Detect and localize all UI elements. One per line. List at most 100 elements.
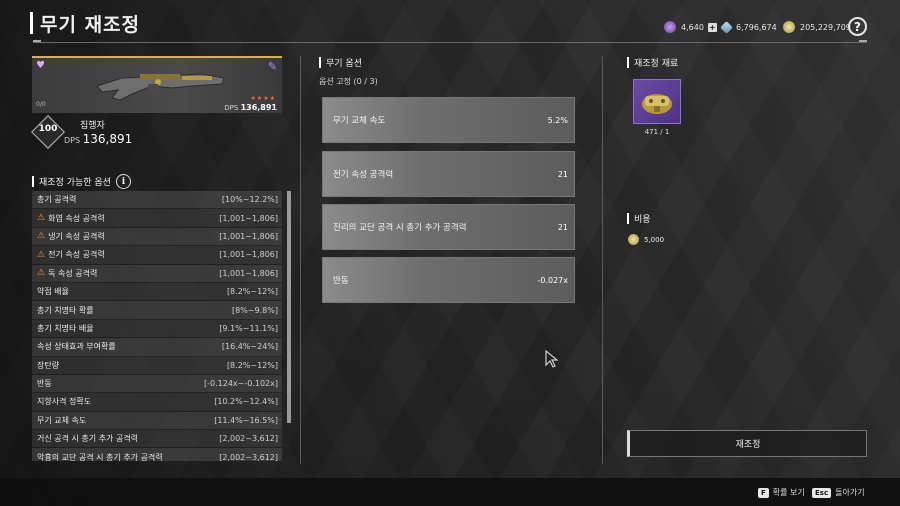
option-row[interactable]: 악흉의 교단 공격 시 총기 추가 공격력 [2,002~3,612]	[32, 448, 282, 461]
options-panel-title: 재조정 가능한 옵션	[39, 178, 111, 188]
weapon-option-value: 21	[557, 169, 568, 179]
options-list[interactable]: 총기 공격력 [10%~12.2%] ⚠ 화염 속성 공격력 [1,001~1,806…	[32, 191, 282, 461]
options-scrollbar-thumb[interactable]	[287, 191, 291, 423]
weapon-card-dps-label: DPS	[224, 104, 239, 112]
option-range: [1,001~1,806]	[219, 231, 278, 241]
option-range: [1,001~1,806]	[219, 268, 278, 278]
option-row[interactable]: ⚠ 냉기 속성 공격력 [1,001~1,806]	[32, 227, 282, 247]
option-row[interactable]: 거신 공격 시 총기 추가 공격력 [2,002~3,612]	[32, 430, 282, 449]
option-label: 반동	[37, 379, 52, 389]
panel-divider-left	[300, 56, 301, 464]
weapon-level: 100	[38, 124, 58, 134]
view-probability-hint[interactable]: F 확률 보기	[758, 487, 805, 498]
weapon-option-value: 5.2%	[547, 115, 568, 125]
option-label: 총기 치명타 확률	[37, 305, 94, 315]
add-currency-icon[interactable]: +	[707, 22, 717, 32]
option-row[interactable]: 총기 공격력 [10%~12.2%]	[32, 191, 282, 210]
weapon-option-label: 전기 속성 공격력	[333, 170, 394, 180]
option-label: 장탄량	[37, 360, 60, 370]
option-row[interactable]: ⚠ 화염 속성 공격력 [1,001~1,806]	[32, 209, 282, 228]
option-label: 악흉의 교단 공격 시 총기 추가 공격력	[37, 452, 163, 461]
cost-header: 비용	[627, 212, 651, 225]
back-hint[interactable]: Esc 돌아가기	[812, 487, 865, 498]
page-title: 무기 재조정	[40, 14, 141, 36]
key-f: F	[758, 487, 769, 498]
currency-blue-value: 6,796,674	[736, 22, 777, 32]
option-range: [1,001~1,806]	[219, 250, 278, 260]
materials-header: 재조정 재료	[627, 56, 678, 69]
warning-icon: ⚠	[37, 231, 46, 242]
info-icon[interactable]: i	[115, 174, 131, 189]
option-range: [10.2%~12.4%]	[214, 397, 278, 407]
purple-orb-icon	[664, 21, 676, 33]
weapon-name: 집행자	[80, 121, 105, 131]
weapon-dps-label: DPS	[64, 136, 81, 145]
weapon-option-value: -0.027x	[537, 275, 568, 285]
option-range: [11.4%~16.5%]	[214, 415, 278, 425]
gold-coin-icon	[783, 21, 795, 33]
option-row[interactable]: 반동 [-0.124x~-0.102x]	[32, 374, 282, 394]
option-row[interactable]: 약점 배율 [8.2%~12%]	[32, 282, 282, 302]
favorite-heart-icon[interactable]: ♥	[36, 60, 45, 71]
currency-gold-value: 205,229,709	[800, 22, 851, 32]
weapon-option-label: 반동	[333, 276, 349, 286]
weapon-dps-value: 136,891	[82, 132, 133, 146]
option-row[interactable]: 총기 치명타 배율 [9.1%~11.1%]	[32, 319, 282, 339]
panel-divider-right	[602, 56, 603, 464]
weapon-card[interactable]: ♥ ✎ 0/0 ★★★★ DPS 136,891	[32, 56, 282, 113]
weapon-option-value: 21	[557, 222, 568, 232]
option-range: [9.1%~11.1%]	[219, 323, 278, 333]
option-range: [-0.124x~-0.102x]	[204, 379, 278, 389]
section-accent	[627, 213, 629, 224]
header-divider-tick-right	[859, 40, 867, 42]
option-row[interactable]: 장탄량 [8.2%~12%]	[32, 356, 282, 375]
cost-title: 비용	[634, 215, 651, 225]
option-row[interactable]: ⚠ 전기 속성 공격력 [1,001~1,806]	[32, 246, 282, 265]
option-row[interactable]: 총기 치명타 확률 [8%~9.8%]	[32, 301, 282, 320]
currency-purple: 4,640 +	[664, 19, 717, 35]
cost-value: 5,000	[644, 235, 665, 244]
help-button[interactable]: ?	[848, 17, 867, 36]
key-esc: Esc	[812, 487, 832, 498]
weapon-option-slot-3[interactable]: 진리의 교단 공격 시 총기 추가 공격력 21	[322, 204, 575, 250]
header-divider-tick-left	[33, 40, 41, 42]
warning-icon: ⚠	[37, 249, 46, 260]
option-label: 거신 공격 시 총기 추가 공격력	[37, 434, 139, 444]
option-row[interactable]: 속성 상태효과 부여확률 [16.4%~24%]	[32, 338, 282, 357]
weapon-rarity-stars: ★★★★	[250, 95, 276, 102]
option-range: [16.4%~24%]	[221, 342, 278, 352]
option-range: [10%~12.2%]	[221, 195, 278, 205]
warning-icon: ⚠	[37, 268, 46, 279]
gold-coin-icon	[628, 234, 639, 245]
option-label: 총기 공격력	[37, 195, 77, 205]
option-row[interactable]: 지향사격 정확도 [10.2%~12.4%]	[32, 393, 282, 412]
reforge-material-icon	[642, 94, 672, 114]
weapon-option-label: 무기 교체 속도	[333, 116, 386, 126]
option-label: 지향사격 정확도	[37, 397, 92, 407]
warning-icon: ⚠	[37, 213, 46, 224]
option-row[interactable]: 무기 교체 속도 [11.4%~16.5%]	[32, 411, 282, 431]
option-row[interactable]: ⚠ 독 속성 공격력 [1,001~1,806]	[32, 264, 282, 283]
title-accent	[30, 12, 33, 34]
weapon-option-slot-2[interactable]: 전기 속성 공격력 21	[322, 151, 575, 197]
option-label: 화염 속성 공격력	[48, 213, 105, 223]
option-label: 약점 배율	[37, 287, 69, 297]
reforge-material-slot[interactable]	[633, 79, 681, 124]
weapon-options-header: 무기 옵션	[319, 56, 362, 69]
option-label: 냉기 속성 공격력	[48, 231, 105, 241]
weapon-option-slot-1[interactable]: 무기 교체 속도 5.2%	[322, 97, 575, 143]
currency-gold: 205,229,709	[783, 19, 851, 35]
option-range: [8%~9.8%]	[232, 305, 278, 315]
back-label: 돌아가기	[835, 488, 865, 497]
weapon-level-small: 0/0	[36, 101, 46, 108]
weapon-option-slot-4[interactable]: 반동 -0.027x	[322, 257, 575, 303]
reforge-button[interactable]: 재조정	[627, 430, 867, 457]
weapon-card-dps: DPS 136,891	[224, 103, 277, 112]
view-probability-label: 확률 보기	[772, 488, 805, 497]
weapon-options-title: 무기 옵션	[326, 59, 362, 69]
weapon-card-dps-value: 136,891	[240, 103, 277, 112]
weapon-tag-icon: ✎	[267, 60, 277, 73]
option-range: [2,002~3,612]	[219, 452, 278, 461]
material-count: 471 / 1	[644, 128, 670, 136]
weapon-option-label: 진리의 교단 공격 시 총기 추가 공격력	[333, 223, 467, 233]
